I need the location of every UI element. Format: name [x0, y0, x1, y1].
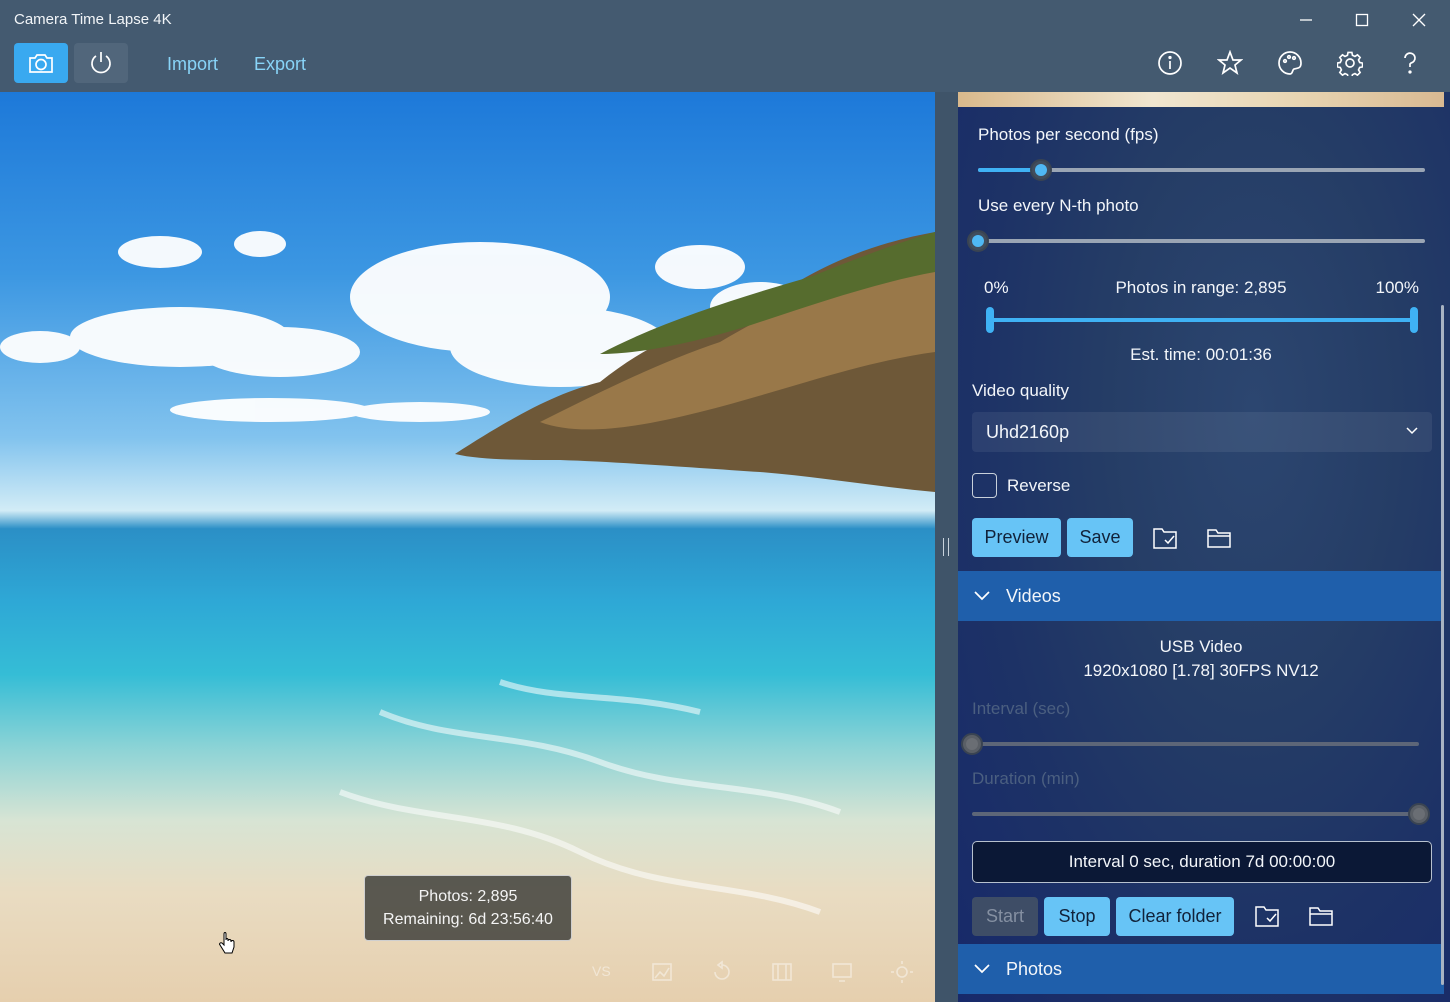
title-bar: Camera Time Lapse 4K — [0, 0, 1450, 40]
folder-icon — [1309, 907, 1333, 926]
power-button[interactable] — [74, 43, 128, 83]
photos-in-range-label: Photos in range: 2,895 — [1115, 278, 1287, 297]
folder-icon — [1207, 529, 1231, 548]
rotate-icon[interactable] — [710, 960, 738, 988]
range-end-thumb[interactable] — [1410, 307, 1418, 333]
splitter-grip[interactable] — [943, 538, 949, 556]
camera-icon — [29, 54, 53, 73]
range-end-label: 100% — [1375, 278, 1419, 297]
reverse-checkbox[interactable] — [972, 473, 997, 498]
interval-slider-thumb[interactable] — [961, 733, 983, 755]
info-icon — [1158, 51, 1182, 75]
preview-button[interactable]: Preview — [972, 518, 1061, 557]
folder-check-icon — [1153, 528, 1177, 549]
open-output-folder-button[interactable] — [1150, 522, 1182, 554]
nth-photo-label: Use every N-th photo — [978, 196, 1139, 215]
monitor-icon[interactable] — [830, 960, 858, 988]
image-edit-icon[interactable] — [650, 960, 678, 988]
help-icon — [1404, 52, 1416, 74]
stop-button[interactable]: Stop — [1044, 897, 1110, 936]
fps-slider-thumb[interactable] — [1029, 159, 1052, 181]
video-quality-label: Video quality — [972, 381, 1070, 400]
camera-button[interactable] — [14, 43, 68, 83]
range-slider-track[interactable] — [990, 318, 1414, 322]
close-button[interactable] — [1396, 6, 1442, 34]
camera-name: USB Video — [1159, 637, 1243, 656]
brightness-icon[interactable] — [890, 960, 918, 988]
crop-icon[interactable] — [770, 960, 798, 988]
app-title: Camera Time Lapse 4K — [14, 11, 172, 28]
duration-slider-thumb[interactable] — [1408, 803, 1430, 825]
clear-folder-button[interactable]: Clear folder — [1116, 897, 1234, 936]
photos-count: Photos: 2,895 — [418, 888, 518, 905]
power-icon — [91, 52, 111, 74]
open-photos-folder-button[interactable] — [1252, 900, 1284, 932]
range-start-thumb[interactable] — [986, 307, 994, 333]
interval-label: Interval (sec) — [972, 699, 1071, 718]
videos-section-header[interactable]: Videos — [958, 571, 1444, 621]
duration-slider-track[interactable] — [972, 812, 1419, 816]
save-button[interactable]: Save — [1067, 518, 1133, 557]
chevron-down-icon — [974, 964, 990, 974]
reverse-label: Reverse — [1007, 476, 1071, 495]
help-button[interactable] — [1390, 48, 1430, 78]
video-quality-value: Uhd2160p — [986, 422, 1070, 442]
toolbar: Import Export — [0, 40, 1450, 92]
gear-icon — [1337, 51, 1363, 76]
photos-section-header[interactable]: Photos — [958, 944, 1444, 994]
video-quality-select[interactable]: Uhd2160p — [972, 412, 1432, 452]
remaining-time: Remaining: 6d 23:56:40 — [383, 911, 553, 928]
chevron-down-icon — [974, 591, 990, 601]
fps-label: Photos per second (fps) — [978, 125, 1159, 144]
nth-photo-slider-thumb[interactable] — [967, 230, 989, 252]
theme-button[interactable] — [1270, 48, 1310, 78]
nth-photo-slider-track[interactable] — [978, 239, 1425, 243]
start-button[interactable]: Start — [972, 897, 1038, 936]
preview-toolbar: VS — [590, 960, 930, 990]
browse-folder-button[interactable] — [1204, 522, 1236, 554]
camera-preview[interactable]: Photos: 2,895 Remaining: 6d 23:56:40 VS — [0, 92, 935, 1002]
camera-mode: 1920x1080 [1.78] 30FPS NV12 — [1083, 661, 1319, 680]
chevron-down-icon — [1406, 427, 1418, 435]
export-link[interactable]: Export — [254, 54, 306, 75]
settings-button[interactable] — [1330, 48, 1370, 78]
hand-cursor-icon — [219, 932, 235, 954]
settings-panel: Photos per second (fps) Use every N-th p… — [958, 92, 1450, 1002]
capture-stats-overlay: Photos: 2,895 Remaining: 6d 23:56:40 — [364, 875, 572, 941]
duration-label: Duration (min) — [972, 769, 1080, 788]
maximize-icon — [1355, 13, 1369, 27]
thumbnail-strip — [958, 92, 1444, 107]
videos-header-label: Videos — [1006, 586, 1061, 606]
favorite-button[interactable] — [1210, 48, 1250, 78]
panel-scrollbar[interactable] — [1441, 305, 1444, 985]
svg-text:VS: VS — [592, 963, 611, 979]
folder-check-icon — [1255, 906, 1279, 927]
interval-slider-track[interactable] — [972, 742, 1419, 746]
interval-duration-status: Interval 0 sec, duration 7d 00:00:00 — [972, 841, 1432, 883]
minimize-button[interactable] — [1283, 6, 1329, 34]
beach-scene-image — [0, 231, 935, 915]
palette-icon — [1278, 51, 1302, 75]
photos-header-label: Photos — [1006, 959, 1063, 979]
browse-photos-folder-button[interactable] — [1306, 900, 1338, 932]
import-link[interactable]: Import — [167, 54, 218, 75]
close-icon — [1412, 13, 1426, 27]
minimize-icon — [1300, 19, 1312, 21]
maximize-button[interactable] — [1339, 6, 1385, 34]
info-button[interactable] — [1150, 48, 1190, 78]
vs-icon[interactable]: VS — [590, 960, 618, 988]
star-icon — [1217, 50, 1243, 76]
est-time-label: Est. time: 00:01:36 — [1130, 345, 1272, 364]
